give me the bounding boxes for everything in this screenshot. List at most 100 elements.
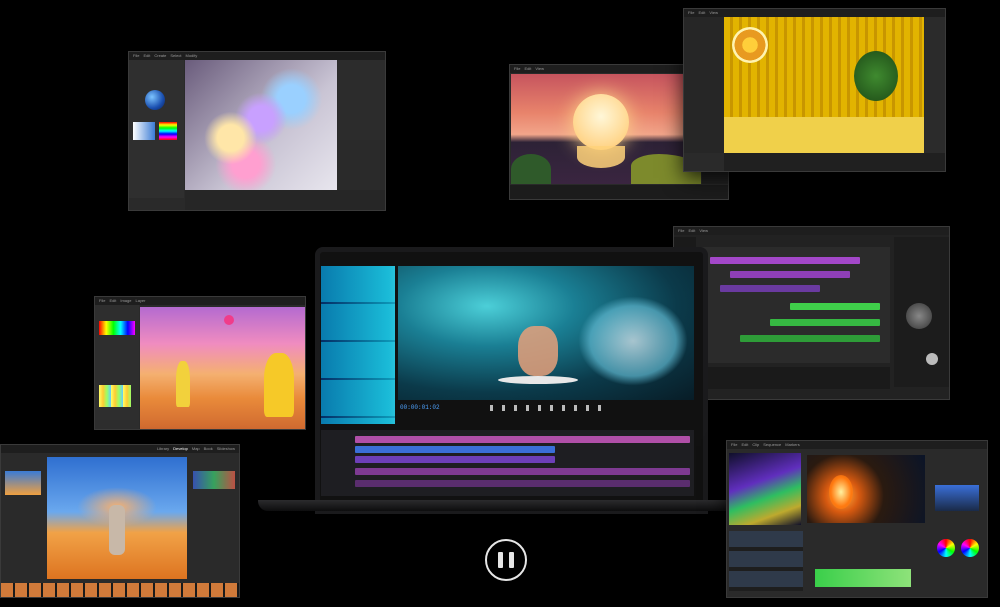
menu-item[interactable]: Edit [698, 9, 705, 17]
timeline-clip[interactable] [355, 468, 690, 475]
laptop-screen: 00:00:01:02 [315, 247, 708, 514]
menu-item[interactable]: Edit [109, 297, 116, 305]
material-strip [185, 190, 385, 210]
transport-controls[interactable] [490, 405, 610, 411]
thumbnail-tent[interactable] [935, 485, 979, 511]
midi-clip[interactable] [730, 271, 850, 278]
color-wheel[interactable] [99, 321, 135, 335]
timeline-panel[interactable] [321, 430, 694, 496]
timeline-clip[interactable] [355, 456, 555, 463]
sphere-preview [145, 90, 165, 110]
surfer-figure [518, 326, 558, 376]
module-tab[interactable]: Map [192, 445, 200, 453]
menu-item[interactable]: View [535, 65, 544, 73]
audio-level-bar [815, 569, 911, 587]
midi-clip[interactable] [720, 285, 820, 292]
canvas-desert-art[interactable] [140, 307, 305, 429]
menu-item[interactable]: Modify [186, 52, 198, 60]
menu-item[interactable]: Sequence [763, 441, 781, 449]
module-tab[interactable]: Develop [173, 445, 188, 453]
viewport-interior[interactable] [724, 17, 924, 153]
audio-clip[interactable] [790, 303, 880, 310]
viewport-render[interactable] [185, 60, 337, 190]
midi-clip[interactable] [710, 257, 860, 264]
module-tab[interactable]: Library [157, 445, 169, 453]
swatch-grid[interactable] [99, 385, 131, 407]
photo-editor-window[interactable]: File Edit Image Layer [94, 296, 306, 430]
menu-item[interactable]: View [699, 227, 708, 235]
waveform-scope [729, 453, 801, 525]
outliner-panel [684, 17, 724, 153]
menu-item[interactable]: File [688, 9, 694, 17]
timecode-display: 00:00:01:02 [400, 404, 440, 411]
navigator-panel [1, 457, 45, 583]
surfboard [498, 376, 578, 384]
color-grading-window[interactable]: File Edit Clip Sequence Markers [726, 440, 988, 598]
3d-interior-window[interactable]: File Edit View [683, 8, 946, 172]
program-monitor-surf[interactable] [398, 266, 694, 400]
audio-clip[interactable] [355, 480, 690, 487]
photo-library-window[interactable]: Library Develop Map Book Slideshow [0, 444, 240, 598]
laptop-base [258, 500, 756, 511]
module-tab[interactable]: Book [204, 445, 213, 453]
navigator-thumbnail[interactable] [5, 471, 41, 495]
timeline-clip[interactable] [355, 436, 690, 443]
color-wheel[interactable] [937, 539, 955, 557]
menu-item[interactable]: Select [170, 52, 181, 60]
foliage-left [511, 154, 551, 184]
menu-bar: File Edit View [684, 9, 945, 17]
clip-thumbnail-grid[interactable] [321, 266, 395, 424]
fire-glow [829, 475, 853, 509]
menu-item[interactable]: Image [120, 297, 131, 305]
viewer-campfire[interactable] [807, 455, 925, 523]
module-bar: Library Develop Map Book Slideshow [1, 445, 239, 453]
histogram [193, 471, 235, 489]
photo-desert-dancer[interactable] [47, 457, 187, 579]
menu-item[interactable]: File [678, 227, 684, 235]
pause-button[interactable] [485, 539, 527, 581]
viewer-sunset-image[interactable] [511, 74, 701, 184]
music-daw-window[interactable]: File Edit View [673, 226, 950, 400]
menu-item[interactable]: Markers [785, 441, 799, 449]
synth-panel [894, 237, 949, 387]
menu-item[interactable]: File [99, 297, 105, 305]
menu-item[interactable]: Edit [143, 52, 150, 60]
menu-item[interactable]: File [731, 441, 737, 449]
menu-item[interactable]: View [709, 9, 718, 17]
sun-reflection [577, 146, 625, 168]
menu-item[interactable]: Edit [688, 227, 695, 235]
menu-item[interactable]: Clip [752, 441, 759, 449]
pause-icon [498, 552, 503, 568]
menu-item[interactable]: Edit [741, 441, 748, 449]
pause-icon [509, 552, 514, 568]
hue-bar[interactable] [159, 122, 177, 140]
dial-knob[interactable] [926, 353, 938, 365]
cat-statue-right [264, 353, 294, 417]
3d-render-window[interactable]: File Edit Create Select Modify [128, 51, 386, 211]
dial-knob[interactable] [906, 303, 932, 329]
module-tab[interactable]: Slideshow [217, 445, 235, 453]
cat-statue-left [176, 361, 190, 407]
audio-clip[interactable] [770, 319, 880, 326]
tool-panel [129, 60, 184, 198]
color-wheel[interactable] [961, 539, 979, 557]
menu-item[interactable]: Layer [135, 297, 145, 305]
project-bins[interactable] [729, 531, 803, 591]
menu-item[interactable]: Edit [524, 65, 531, 73]
arrangement-grid[interactable] [700, 247, 890, 363]
menu-bar: File Edit Create Select Modify [129, 52, 385, 60]
timeline-clip[interactable] [355, 446, 555, 453]
menu-item[interactable]: Create [154, 52, 166, 60]
pedestal [724, 117, 924, 153]
audio-clip[interactable] [740, 335, 880, 342]
properties-panel [338, 60, 385, 140]
color-picker[interactable] [133, 122, 155, 140]
menu-item[interactable]: File [514, 65, 520, 73]
sun-dot [224, 315, 234, 325]
menu-item[interactable]: File [133, 52, 139, 60]
orb-cluster [732, 27, 768, 63]
filmstrip[interactable] [1, 583, 239, 597]
swatches-panel [95, 305, 139, 429]
menu-bar: File Edit View [674, 227, 949, 235]
mixer-strip [700, 367, 890, 389]
